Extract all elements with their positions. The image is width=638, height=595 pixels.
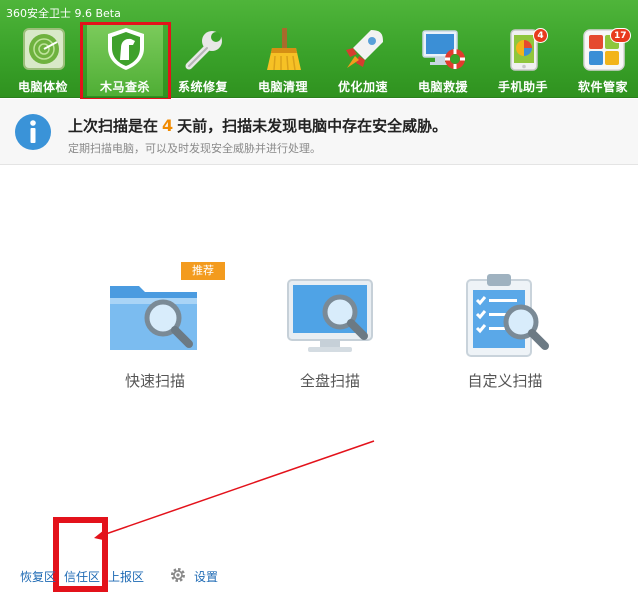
rocket-icon [346, 30, 383, 68]
custom-scan-label: 自定义扫描 [467, 372, 543, 390]
custom-scan-button[interactable]: 自定义扫描 [420, 270, 590, 400]
full-scan-button[interactable]: 全盘扫描 [245, 270, 415, 400]
toolbar-label: 电脑体检 [17, 80, 68, 94]
phone-assistant-count-badge: 4 [533, 28, 548, 43]
scan-status-message: 上次扫描是在 4 天前，扫描未发现电脑中存在安全威胁。 [68, 115, 447, 136]
toolbar-label: 软件管家 [577, 80, 628, 94]
toolbar-label: 优化加速 [337, 80, 388, 94]
annotation-highlight-trojan-scan [80, 22, 171, 101]
toolbar-label: 电脑救援 [417, 80, 468, 94]
monitor-lifebuoy-icon [422, 30, 465, 69]
days-since-scan: 4 [162, 116, 174, 135]
clipboard-magnifier-icon [466, 274, 549, 357]
recovery-zone-link[interactable]: 恢复区 [20, 568, 56, 585]
software-manager-count-badge: 17 [610, 28, 631, 43]
status-suffix: 天前，扫描未发现电脑中存在安全威胁。 [177, 117, 448, 135]
status-prefix: 上次扫描是在 [68, 117, 159, 135]
quick-scan-button[interactable]: 快速扫描 [70, 270, 240, 400]
info-icon [15, 114, 51, 150]
monitor-magnifier-icon [287, 279, 373, 352]
full-scan-label: 全盘扫描 [299, 372, 360, 390]
settings-link[interactable]: 设置 [194, 568, 218, 585]
toolbar-item-speedup[interactable]: 优化加速 [325, 22, 401, 96]
wrench-icon [185, 31, 222, 70]
toolbar-item-system-repair[interactable]: 系统修复 [165, 22, 241, 96]
toolbar-label: 电脑清理 [257, 80, 308, 94]
toolbar-item-phone-assistant[interactable]: 手机助手 [485, 22, 561, 96]
toolbar-item-cleanup[interactable]: 电脑清理 [245, 22, 321, 96]
toolbar-item-checkup[interactable]: 电脑体检 [5, 22, 81, 96]
folder-magnifier-icon [110, 286, 197, 350]
toolbar-item-rescue[interactable]: 电脑救援 [405, 22, 481, 96]
toolbar-label: 手机助手 [497, 80, 548, 94]
radar-scan-icon [23, 28, 65, 70]
broom-icon [267, 28, 301, 71]
status-info-bar: 上次扫描是在 4 天前，扫描未发现电脑中存在安全威胁。 定期扫描电脑，可以及时发现安… [0, 99, 638, 165]
scan-status-hint: 定期扫描电脑，可以及时发现安全威胁并进行处理。 [68, 142, 321, 155]
toolbar-label: 系统修复 [177, 80, 228, 94]
report-zone-link[interactable]: 上报区 [108, 568, 144, 585]
gear-icon[interactable] [170, 567, 186, 583]
quick-scan-label: 快速扫描 [124, 372, 185, 390]
app-title: 360安全卫士 9.6 Beta [6, 7, 121, 20]
trust-zone-link[interactable]: 信任区 [64, 568, 100, 585]
